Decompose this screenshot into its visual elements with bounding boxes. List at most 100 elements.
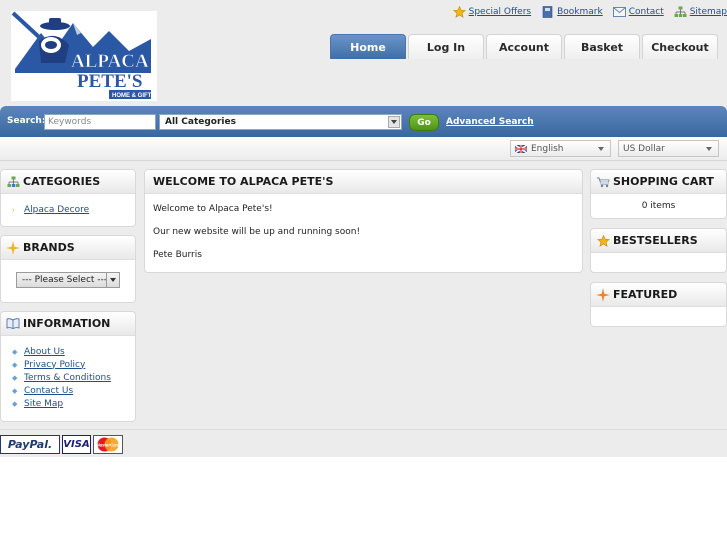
main-nav-tabs: Home Log In Account Basket Checkout <box>330 34 720 59</box>
mastercard-logo: MasterCard <box>93 435 123 454</box>
featured-box: FEATURED <box>590 282 727 327</box>
welcome-paragraph: Our new website will be up and running s… <box>153 227 361 237</box>
bookmark-link[interactable]: Bookmark <box>541 6 603 18</box>
bestsellers-header: BESTSELLERS <box>591 229 726 253</box>
chevron-down-icon <box>388 116 400 128</box>
visa-label: VISA <box>63 439 90 450</box>
sitemap-icon <box>674 6 687 18</box>
language-value: English <box>531 143 564 154</box>
mail-icon <box>612 6 626 18</box>
brands-title: BRANDS <box>23 241 75 254</box>
tab-log-in[interactable]: Log In <box>408 34 484 59</box>
list-item[interactable]: ◆ About Us <box>12 345 111 358</box>
brand-select-value: --- Please Select --- <box>22 275 108 285</box>
paypal-label: PayPal. <box>7 438 53 451</box>
shopping-cart-title: SHOPPING CART <box>613 175 714 188</box>
categories-header: CATEGORIES <box>1 170 135 194</box>
info-link-contact-us[interactable]: Contact Us <box>24 386 73 396</box>
info-link-about-us[interactable]: About Us <box>24 347 65 357</box>
sitemap-link[interactable]: Sitemap <box>674 6 727 18</box>
chevron-down-icon <box>598 147 604 151</box>
diamond-bullet-icon: ◆ <box>12 399 18 408</box>
logo-line1: ALPACA <box>71 51 149 72</box>
cart-icon <box>596 175 610 189</box>
list-item[interactable]: ◆ Terms & Conditions <box>12 371 111 384</box>
shopping-cart-header: SHOPPING CART <box>591 170 726 194</box>
list-item[interactable]: ◆ Site Map <box>12 397 111 410</box>
information-header: INFORMATION <box>1 312 135 336</box>
sparkle-icon <box>596 287 610 302</box>
diamond-bullet-icon: ◆ <box>12 373 18 382</box>
category-select[interactable]: All Categories <box>159 114 402 130</box>
info-link-privacy-policy[interactable]: Privacy Policy <box>24 360 85 370</box>
tab-home[interactable]: Home <box>330 34 406 59</box>
bookmark-icon <box>541 6 554 18</box>
info-link-site-map[interactable]: Site Map <box>24 399 63 409</box>
shopping-cart-box: SHOPPING CART 0 items <box>590 169 727 219</box>
store-logo[interactable]: ALPACA PETE'S HOME & GIFT <box>11 11 157 101</box>
welcome-text: Welcome to Alpaca Pete's! Our new websit… <box>153 204 360 273</box>
category-link-alpaca-decore[interactable]: Alpaca Decore <box>24 205 89 215</box>
info-link-terms[interactable]: Terms & Conditions <box>24 373 111 383</box>
advanced-search-link[interactable]: Advanced Search <box>446 117 534 127</box>
brands-header: BRANDS <box>1 236 135 260</box>
welcome-header: WELCOME TO ALPACA PETE'S <box>145 170 582 194</box>
visa-logo: VISA <box>62 435 91 454</box>
special-offers-label: Special Offers <box>468 7 532 17</box>
uk-flag-icon <box>514 143 528 154</box>
categories-title: CATEGORIES <box>23 175 101 188</box>
information-title: INFORMATION <box>23 317 111 330</box>
brand-select[interactable]: --- Please Select --- <box>16 272 120 288</box>
cart-status: 0 items <box>641 201 676 211</box>
list-item[interactable]: ◆ Privacy Policy <box>12 358 111 371</box>
search-keywords-input[interactable] <box>44 114 156 130</box>
contact-link[interactable]: Contact <box>612 6 664 18</box>
featured-header: FEATURED <box>591 283 726 307</box>
welcome-paragraph: Welcome to Alpaca Pete's! <box>153 204 273 214</box>
logo-tagline: HOME & GIFT <box>112 93 152 99</box>
welcome-box: WELCOME TO ALPACA PETE'S Welcome to Alpa… <box>144 169 583 273</box>
page-title: WELCOME TO ALPACA PETE'S <box>153 175 334 188</box>
categories-icon <box>6 175 20 189</box>
search-label: Search: <box>7 116 46 126</box>
featured-title: FEATURED <box>613 288 678 301</box>
chevron-down-icon <box>106 273 119 287</box>
categories-box: CATEGORIES › Alpaca Decore <box>0 169 136 227</box>
diamond-bullet-icon: ◆ <box>12 360 18 369</box>
tab-basket[interactable]: Basket <box>564 34 640 59</box>
diamond-bullet-icon: ◆ <box>12 347 18 356</box>
brands-box: BRANDS --- Please Select --- <box>0 235 136 303</box>
currency-value: US Dollar <box>623 143 665 154</box>
star-icon <box>596 234 610 248</box>
information-box: INFORMATION ◆ About Us ◆ Privacy Policy … <box>0 311 136 422</box>
information-list: ◆ About Us ◆ Privacy Policy ◆ Terms & Co… <box>12 345 111 410</box>
star-icon <box>452 6 466 18</box>
sparkle-icon <box>6 240 20 255</box>
bestsellers-title: BESTSELLERS <box>613 234 698 247</box>
search-bar: Search: All Categories Go Advanced Searc… <box>0 106 727 137</box>
language-currency-bar: English US Dollar <box>0 137 727 161</box>
top-links: Special Offers Bookmark Contact Sitemap <box>443 6 727 18</box>
bestsellers-box: BESTSELLERS <box>590 228 727 273</box>
book-icon <box>6 317 20 331</box>
category-select-value: All Categories <box>165 117 236 127</box>
bookmark-label: Bookmark <box>557 7 603 17</box>
list-item[interactable]: ◆ Contact Us <box>12 384 111 397</box>
arrow-bullet-icon: › <box>12 205 15 214</box>
tab-checkout[interactable]: Checkout <box>642 34 718 59</box>
diamond-bullet-icon: ◆ <box>12 386 18 395</box>
mastercard-label: MasterCard <box>96 443 120 448</box>
tab-account[interactable]: Account <box>486 34 562 59</box>
contact-label: Contact <box>628 7 664 17</box>
special-offers-link[interactable]: Special Offers <box>452 6 532 18</box>
sitemap-label: Sitemap <box>689 7 727 17</box>
currency-select[interactable]: US Dollar <box>618 140 719 157</box>
categories-list: › Alpaca Decore <box>12 203 89 216</box>
list-item[interactable]: › Alpaca Decore <box>12 203 89 216</box>
logo-line2: PETE'S <box>77 71 142 92</box>
go-button[interactable]: Go <box>409 114 439 131</box>
footer-payment-bar: PayPal. VISA MasterCard <box>0 429 727 457</box>
welcome-signature: Pete Burris <box>153 250 202 260</box>
language-select[interactable]: English <box>510 140 611 157</box>
chevron-down-icon <box>706 147 712 151</box>
